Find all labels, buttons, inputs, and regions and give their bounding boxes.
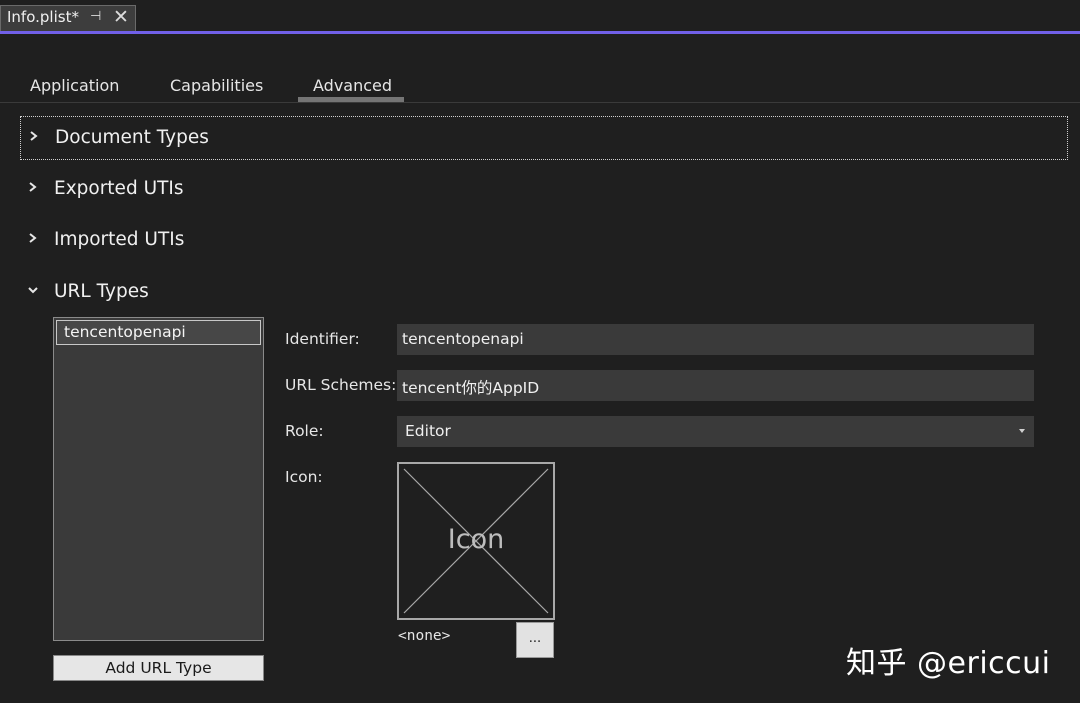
add-url-type-button[interactable]: Add URL Type	[53, 655, 264, 681]
document-tab-title: Info.plist*	[7, 8, 79, 26]
url-types-list[interactable]: tencentopenapi	[53, 317, 264, 641]
section-exported-utis[interactable]: Exported UTIs	[20, 168, 1068, 212]
tab-capabilities[interactable]: Capabilities	[170, 76, 263, 98]
section-url-types[interactable]: URL Types	[20, 271, 1068, 315]
role-label: Role:	[285, 422, 324, 440]
section-document-types[interactable]: Document Types	[20, 116, 1068, 160]
tab-application[interactable]: Application	[30, 76, 119, 98]
list-item[interactable]: tencentopenapi	[56, 320, 261, 345]
section-label: Imported UTIs	[54, 229, 185, 250]
chevron-right-icon	[29, 182, 37, 192]
role-select[interactable]: Editor	[397, 416, 1034, 447]
document-tab-info-plist[interactable]: Info.plist* ⊣ ✕	[0, 5, 136, 31]
chevron-right-icon	[30, 131, 38, 141]
identifier-label: Identifier:	[285, 330, 360, 348]
chevron-down-icon	[28, 287, 38, 294]
dropdown-arrow-icon	[1019, 429, 1025, 433]
tab-advanced[interactable]: Advanced	[313, 76, 392, 98]
identifier-input[interactable]: tencentopenapi	[397, 324, 1034, 355]
icon-label: Icon:	[285, 468, 323, 486]
icon-value: <none>	[398, 628, 451, 644]
document-tab-strip: Info.plist* ⊣ ✕	[0, 0, 1080, 31]
chevron-right-icon	[29, 233, 37, 243]
icon-image-well[interactable]: Icon	[397, 462, 555, 620]
active-tab-accent-line	[0, 31, 1080, 34]
watermark: 知乎 @ericcui	[846, 646, 1051, 681]
section-imported-utis[interactable]: Imported UTIs	[20, 219, 1068, 263]
pin-icon[interactable]: ⊣	[90, 9, 101, 24]
close-icon[interactable]: ✕	[113, 6, 129, 28]
icon-placeholder-text: Icon	[447, 524, 505, 555]
browse-icon-button[interactable]: ...	[516, 622, 554, 658]
section-label: Exported UTIs	[54, 178, 184, 199]
url-schemes-input[interactable]: tencent你的AppID	[397, 370, 1034, 401]
tabs-divider	[0, 102, 1080, 103]
section-label: URL Types	[54, 281, 149, 302]
role-select-value: Editor	[405, 422, 451, 440]
url-schemes-label: URL Schemes:	[285, 376, 397, 394]
section-label: Document Types	[55, 127, 209, 148]
